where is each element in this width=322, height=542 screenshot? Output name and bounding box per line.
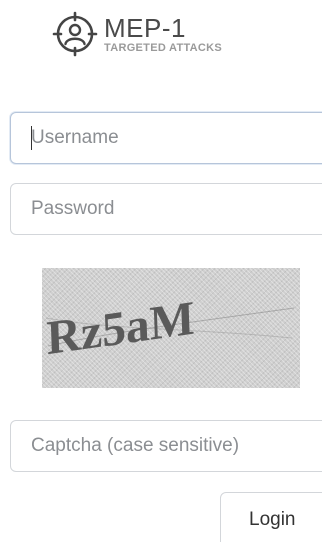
- captcha-input[interactable]: [10, 420, 322, 472]
- username-input[interactable]: [10, 112, 322, 164]
- brand-header: MEP-1 TARGETED ATTACKS: [52, 10, 222, 58]
- brand-text: MEP-1 TARGETED ATTACKS: [104, 15, 222, 54]
- login-button[interactable]: Login: [220, 492, 322, 542]
- captcha-graphic: Rz5aM: [46, 291, 295, 365]
- user-target-icon: [52, 11, 98, 57]
- captcha-image: Rz5aM: [42, 268, 300, 388]
- password-input[interactable]: [10, 183, 322, 235]
- captcha-text: Rz5aM: [46, 291, 196, 365]
- brand-subtitle: TARGETED ATTACKS: [104, 41, 223, 54]
- login-page: MEP-1 TARGETED ATTACKS Rz5aM Login: [0, 0, 322, 542]
- brand-title: MEP-1: [104, 12, 186, 43]
- text-caret: [31, 126, 32, 150]
